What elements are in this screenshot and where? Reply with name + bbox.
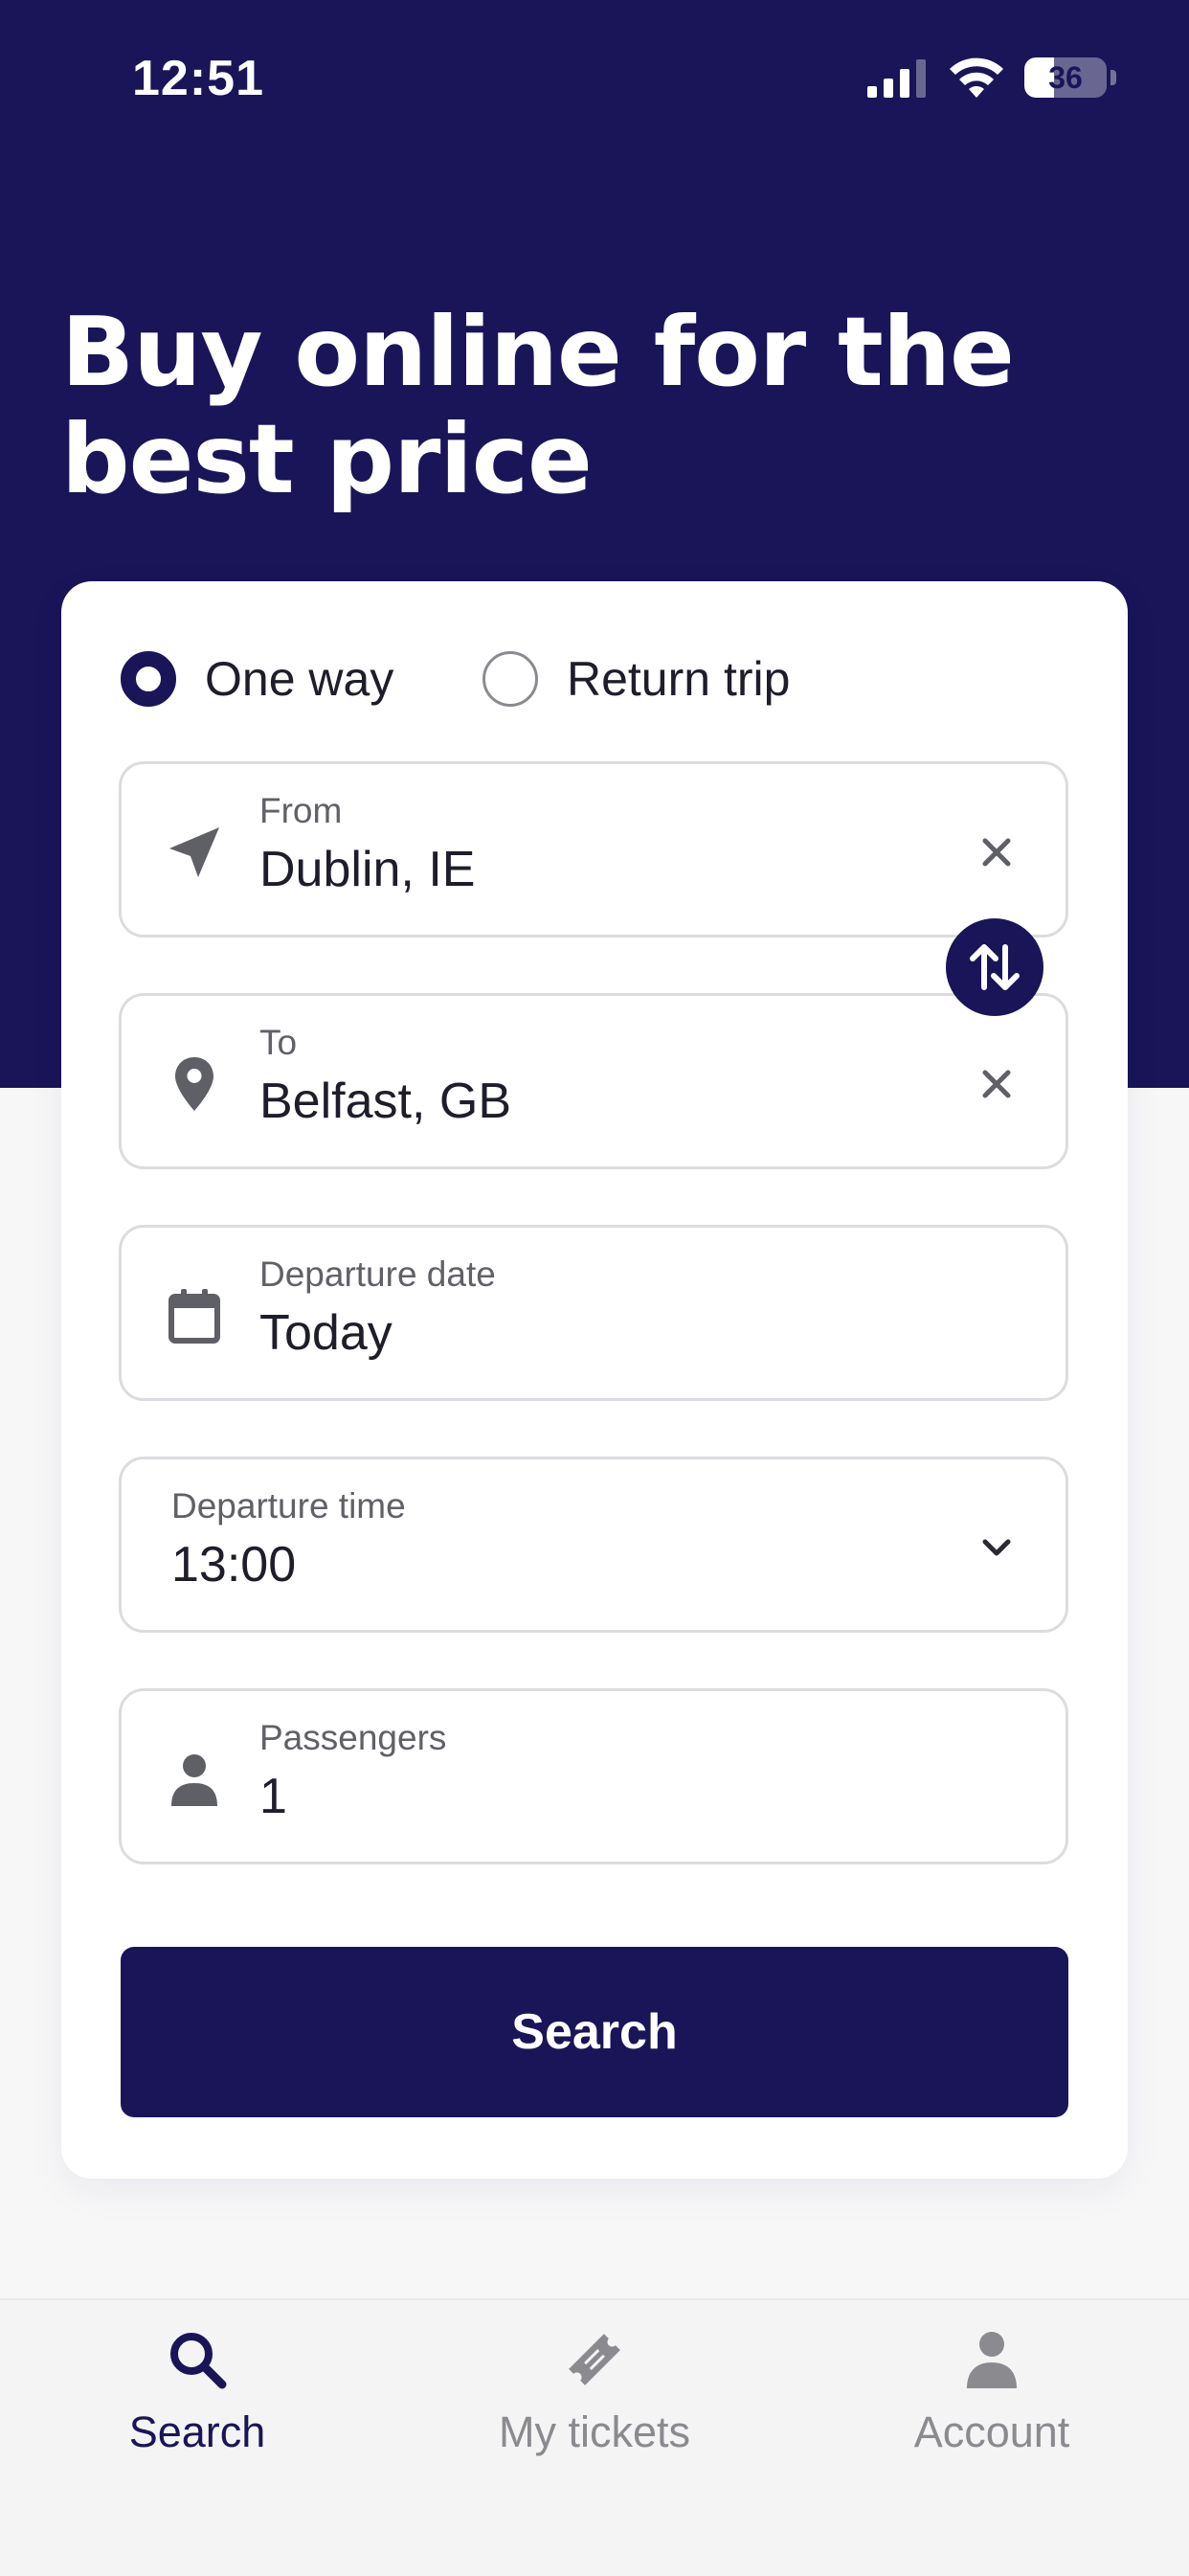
map-pin-icon <box>175 1057 213 1111</box>
tab-account[interactable]: Account <box>848 2300 1135 2511</box>
calendar-icon <box>168 1289 220 1344</box>
clear-from-icon[interactable] <box>970 825 1023 879</box>
swap-vertical-icon <box>970 944 1020 990</box>
tab-label-my-tickets: My tickets <box>498 2407 691 2456</box>
trip-option-label: Return trip <box>567 652 791 706</box>
trip-option-return-trip[interactable]: Return trip <box>482 643 790 715</box>
to-label: To <box>259 1023 298 1062</box>
status-time: 12:51 <box>132 51 264 106</box>
search-form-card: One way Return trip From Dublin, IE To B… <box>61 581 1128 2179</box>
tab-my-tickets[interactable]: My tickets <box>451 2300 738 2511</box>
passengers-label: Passengers <box>259 1718 447 1757</box>
tab-label-account: Account <box>913 2407 1070 2456</box>
departure-time-select[interactable]: Departure time 13:00 <box>119 1457 1068 1633</box>
from-value: Dublin, IE <box>259 842 476 897</box>
clear-to-icon[interactable] <box>970 1057 1023 1111</box>
person-icon <box>171 1754 217 1806</box>
radio-one-way[interactable] <box>121 651 176 707</box>
departure-time-value: 13:00 <box>171 1537 297 1593</box>
trip-option-one-way[interactable]: One way <box>121 643 393 715</box>
battery-indicator: 36 <box>1024 57 1107 98</box>
to-field[interactable]: To Belfast, GB <box>119 993 1068 1169</box>
departure-date-label: Departure date <box>259 1254 496 1294</box>
departure-date-value: Today <box>259 1305 393 1361</box>
status-bar: 12:51 36 <box>0 0 1189 153</box>
passengers-field[interactable]: Passengers 1 <box>119 1688 1068 1864</box>
cellular-signal-icon <box>867 59 926 98</box>
passengers-value: 1 <box>259 1769 287 1824</box>
departure-date-field[interactable]: Departure date Today <box>119 1225 1068 1401</box>
tab-label-search: Search <box>128 2407 266 2456</box>
person-icon <box>967 2332 1017 2388</box>
from-field[interactable]: From Dublin, IE <box>119 761 1068 938</box>
search-button[interactable]: Search <box>121 1947 1068 2117</box>
search-icon <box>170 2333 227 2389</box>
ticket-icon <box>569 2334 620 2385</box>
to-value: Belfast, GB <box>259 1073 511 1129</box>
bottom-tab-bar: Search My tickets Account <box>0 2298 1189 2576</box>
tab-search[interactable]: Search <box>54 2300 341 2511</box>
radio-return-trip[interactable] <box>482 651 538 707</box>
battery-level-text: 36 <box>1048 60 1083 95</box>
trip-option-label: One way <box>205 652 394 706</box>
battery-tip <box>1110 70 1116 85</box>
chevron-down-icon <box>982 1539 1011 1556</box>
navigation-arrow-icon <box>169 827 219 877</box>
swap-locations-button[interactable] <box>946 918 1043 1016</box>
wifi-icon <box>950 57 1003 98</box>
from-label: From <box>259 791 343 830</box>
page-headline: Buy online for the best price <box>61 296 1015 515</box>
departure-time-label: Departure time <box>171 1486 406 1525</box>
